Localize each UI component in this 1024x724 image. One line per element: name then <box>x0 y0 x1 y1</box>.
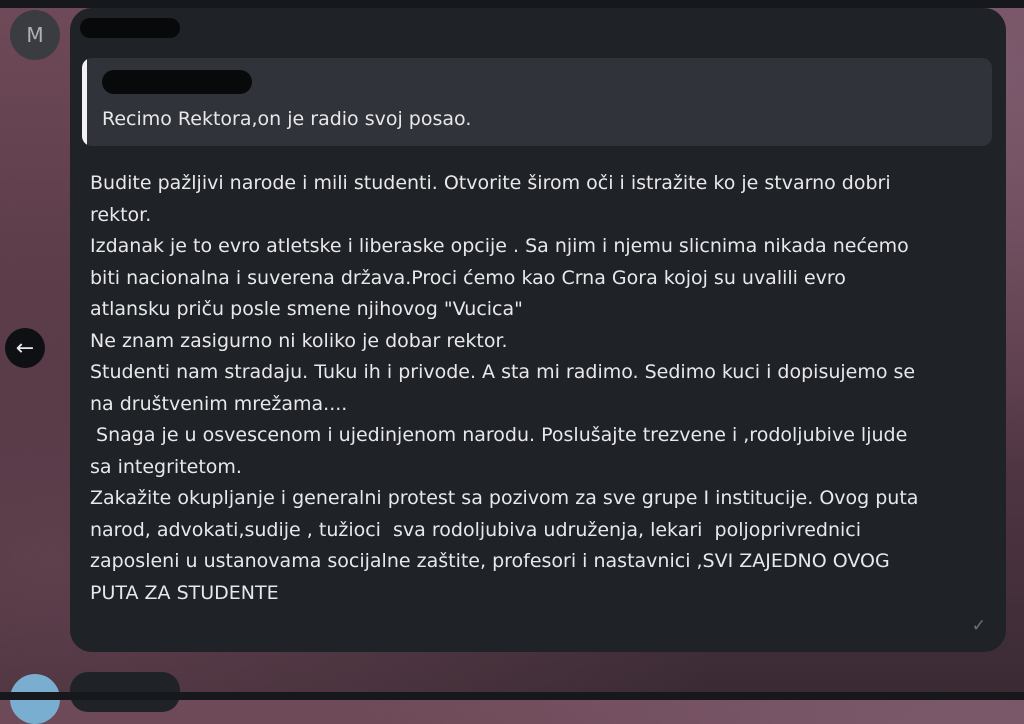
quoted-sender-redacted <box>102 70 252 94</box>
message-bubble[interactable]: Recimo Rektora,on je radio svoj posao. B… <box>70 8 1006 652</box>
read-check-icon: ✓ <box>971 616 986 636</box>
avatar[interactable]: M <box>10 10 60 60</box>
reply-quote[interactable]: Recimo Rektora,on je radio svoj posao. <box>82 58 992 146</box>
quoted-text: Recimo Rektora,on je radio svoj posao. <box>102 108 472 130</box>
avatar-initial: M <box>26 23 44 47</box>
message-text: Budite pažljivi narode i mili studenti. … <box>90 172 919 604</box>
sender-name-redacted <box>80 18 180 38</box>
back-button[interactable]: ← <box>5 328 45 368</box>
top-bar <box>0 0 1024 8</box>
quote-bar <box>82 58 87 146</box>
arrow-left-icon: ← <box>15 335 35 361</box>
bottom-bar <box>0 692 1024 700</box>
